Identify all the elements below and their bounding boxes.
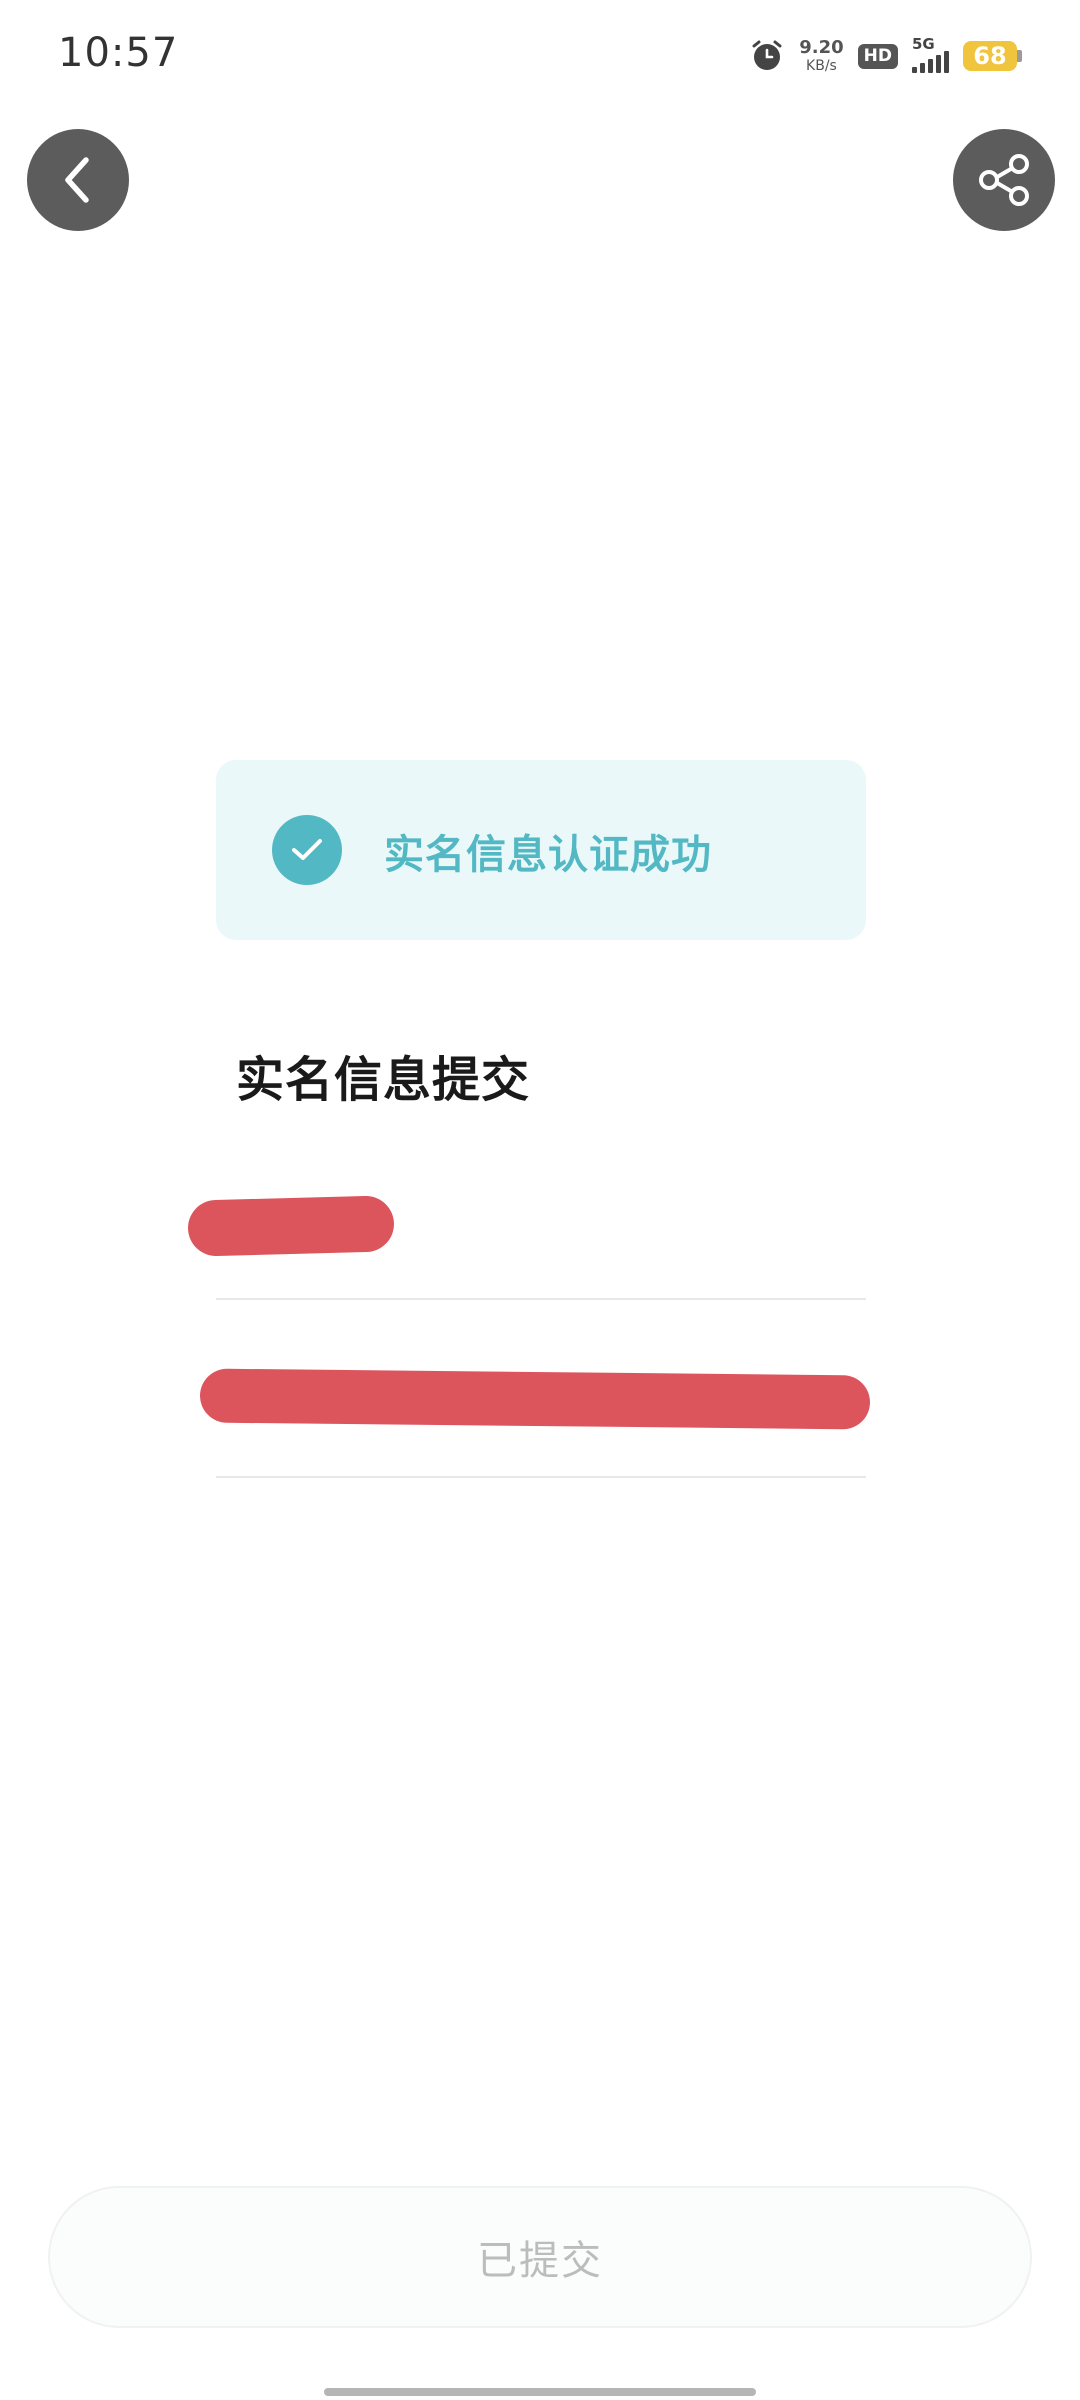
- status-icons: 9.20 KB/s HD 5G 68: [749, 34, 1022, 78]
- network-type-label: 5G: [912, 35, 935, 53]
- chevron-left-icon: [65, 157, 89, 203]
- redacted-id-value: [199, 1368, 871, 1430]
- field-divider: [216, 1476, 866, 1478]
- network-speed-unit: KB/s: [806, 58, 837, 74]
- submitted-button[interactable]: 已提交: [48, 2186, 1032, 2328]
- id-number-field: [199, 1340, 871, 1478]
- name-field: [187, 1170, 866, 1300]
- home-indicator[interactable]: [324, 2388, 756, 2396]
- signal-bar: [920, 63, 925, 73]
- status-bar: 10:57 9.20 KB/s HD 5G 68: [0, 0, 1080, 110]
- verification-success-text: 实名信息认证成功: [384, 832, 712, 878]
- battery-tip: [1017, 50, 1022, 62]
- hd-badge: HD: [857, 43, 898, 69]
- screen: 10:57 9.20 KB/s HD 5G 68 实名信息认证成功 实名信息提交…: [0, 0, 1080, 2400]
- signal-bar: [928, 59, 933, 73]
- back-button[interactable]: [27, 129, 129, 231]
- share-button[interactable]: [953, 129, 1055, 231]
- field-divider: [216, 1298, 866, 1300]
- redacted-name-value: [187, 1195, 395, 1257]
- verification-success-banner: 实名信息认证成功: [216, 760, 866, 940]
- alarm-clock-icon: [752, 40, 782, 70]
- signal-strength-icon: 5G: [912, 35, 949, 73]
- section-title: 实名信息提交: [236, 1052, 531, 1108]
- check-circle-icon: [272, 815, 342, 885]
- checkmark-icon: [292, 839, 322, 860]
- signal-bar: [936, 55, 941, 73]
- battery-icon: 68: [963, 41, 1022, 71]
- status-time: 10:57: [58, 30, 179, 76]
- share-icon: [979, 154, 1029, 206]
- signal-bar: [944, 51, 949, 73]
- network-speed-value: 9.20: [799, 37, 844, 58]
- network-speed: 9.20 KB/s: [799, 37, 844, 74]
- battery-level: 68: [963, 41, 1017, 71]
- signal-bar: [912, 67, 917, 73]
